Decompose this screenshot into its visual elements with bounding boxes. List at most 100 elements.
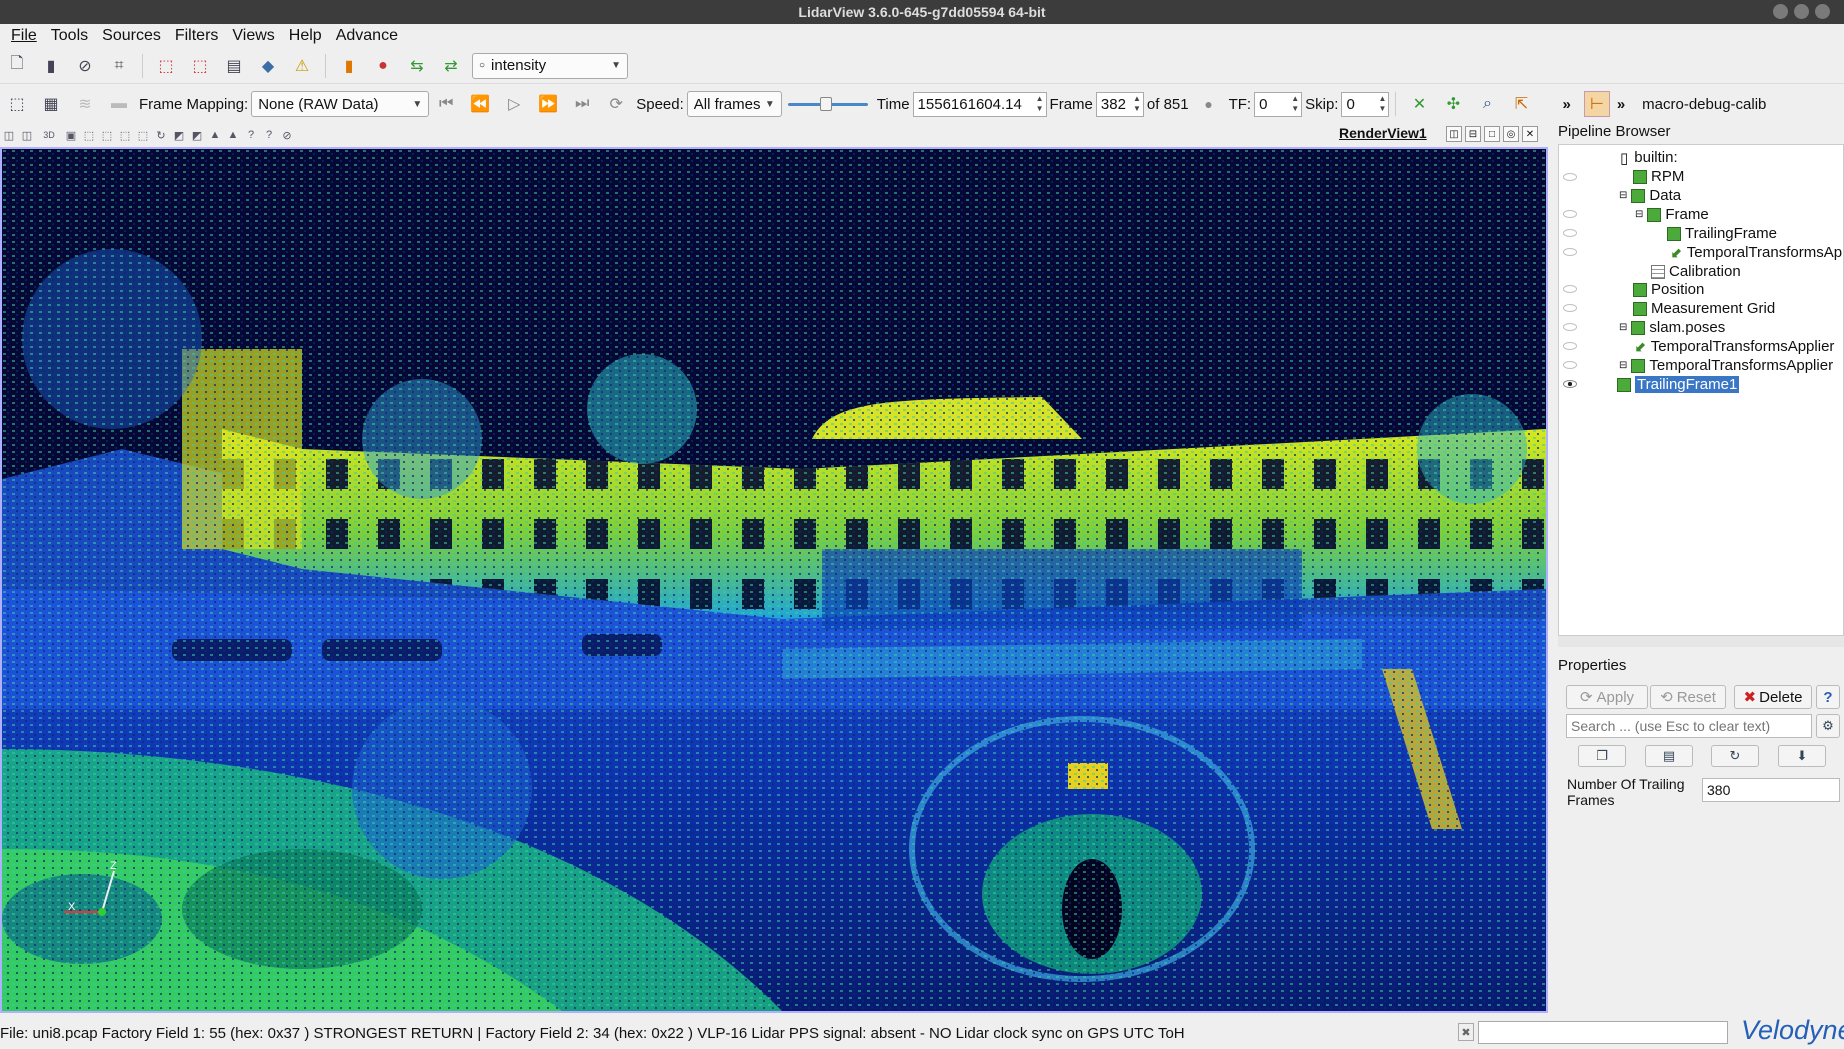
restore-default-icon[interactable]: ↻ bbox=[1711, 745, 1759, 767]
frame-mapping-select[interactable]: None (RAW Data) ▼ bbox=[251, 91, 430, 117]
hover-points-icon[interactable]: ? bbox=[262, 128, 276, 142]
visibility-eye-icon[interactable] bbox=[1563, 210, 1577, 218]
color-by-select[interactable]: ○ intensity ▼ bbox=[472, 52, 628, 79]
copy-icon[interactable]: ❐ bbox=[1578, 745, 1626, 767]
select-cells-icon[interactable]: ◫ bbox=[2, 128, 16, 142]
advanced-settings-gear-icon[interactable]: ⚙ bbox=[1816, 714, 1840, 738]
spin-arrows-icon[interactable]: ▲ ▼ bbox=[1036, 94, 1044, 114]
trailing-frames-input[interactable]: 380 bbox=[1702, 778, 1840, 802]
maximize-view-icon[interactable]: □ bbox=[1484, 126, 1500, 142]
select-frustum-icon[interactable]: ◩ bbox=[190, 128, 204, 142]
close-view-icon[interactable]: ✕ bbox=[1522, 126, 1538, 142]
skip-input[interactable]: 0 ▲ ▼ bbox=[1341, 91, 1390, 117]
tf-input[interactable]: 0 ▲ ▼ bbox=[1254, 91, 1303, 117]
select-blocks-icon[interactable]: ▲ bbox=[226, 128, 240, 142]
render-view-3d[interactable]: Z X bbox=[0, 147, 1548, 1013]
tree-item-measurement-grid[interactable]: Measurement Grid bbox=[1633, 298, 1775, 319]
next-frame-icon[interactable]: ⏩ bbox=[535, 91, 561, 117]
minimize-button[interactable] bbox=[1773, 4, 1788, 19]
spin-arrows-icon[interactable]: ▲ ▼ bbox=[1133, 94, 1141, 114]
transform-tool-icon[interactable]: ⇱ bbox=[1508, 91, 1534, 117]
collapse-icon[interactable]: ⊟ bbox=[1635, 209, 1643, 220]
visibility-eye-icon[interactable] bbox=[1563, 323, 1577, 331]
pipeline-browser-tree[interactable]: ▯ builtin: RPM ⊟ Data ⊟ Frame TrailingFr… bbox=[1558, 144, 1844, 646]
macro-debug-calib-button[interactable]: macro-debug-calib bbox=[1642, 96, 1766, 113]
save-default-icon[interactable]: ⬇ bbox=[1778, 745, 1826, 767]
time-slider[interactable] bbox=[787, 96, 868, 112]
tree-item-temporaltransformsapplier-2[interactable]: ⊟ TemporalTransformsApplier bbox=[1619, 355, 1833, 376]
cluster-tool-icon[interactable]: ✣ bbox=[1440, 91, 1466, 117]
visibility-eye-icon[interactable] bbox=[1563, 380, 1577, 388]
select-frustum-icon[interactable]: ⬚ bbox=[187, 53, 213, 79]
open-file-icon[interactable]: 🗋 bbox=[4, 53, 30, 79]
zoom-tool-icon[interactable]: ⌕ bbox=[1474, 91, 1500, 117]
restore-view-icon[interactable]: ◎ bbox=[1503, 126, 1519, 142]
paste-icon[interactable]: ▤ bbox=[1645, 745, 1693, 767]
color-map-icon[interactable]: ▮ bbox=[336, 53, 362, 79]
toolbar-overflow-button[interactable]: » bbox=[1562, 96, 1570, 113]
tree-item-slam-poses[interactable]: ⊟ slam.poses bbox=[1619, 317, 1725, 338]
slider-handle[interactable] bbox=[819, 97, 832, 111]
tree-item-temporaltransforms[interactable]: ⬋ TemporalTransformsAp bbox=[1671, 242, 1842, 263]
stream-icon[interactable]: ⊘ bbox=[72, 53, 98, 79]
spreadsheet-icon[interactable]: ▤ bbox=[221, 53, 247, 79]
close-icon[interactable]: ✖ bbox=[1458, 1023, 1474, 1041]
menu-advance[interactable]: Advance bbox=[336, 27, 398, 45]
screenshot-icon[interactable]: ▣ bbox=[64, 128, 78, 142]
select-points-icon[interactable]: ◫ bbox=[20, 128, 34, 142]
visibility-eye-icon[interactable] bbox=[1563, 361, 1577, 369]
close-button[interactable] bbox=[1815, 4, 1830, 19]
spin-arrows-icon[interactable]: ▲ ▼ bbox=[1379, 94, 1387, 114]
reset-camera-icon[interactable]: ⬚ bbox=[4, 91, 30, 117]
rescale-custom-icon[interactable]: ⇄ bbox=[438, 53, 464, 79]
loop-icon[interactable]: ⟳ bbox=[603, 91, 629, 117]
measure-tool-icon[interactable]: ✕ bbox=[1406, 91, 1432, 117]
pipeline-horizontal-scrollbar[interactable] bbox=[1558, 635, 1844, 647]
menu-sources[interactable]: Sources bbox=[102, 27, 161, 45]
rescale-icon[interactable]: ⇆ bbox=[404, 53, 430, 79]
collapse-icon[interactable]: ⊟ bbox=[1619, 322, 1627, 333]
record-icon[interactable]: ● bbox=[1196, 91, 1222, 117]
visibility-eye-icon[interactable] bbox=[1563, 304, 1577, 312]
color-legend-icon[interactable]: ● bbox=[370, 53, 396, 79]
visibility-eye-icon[interactable] bbox=[1563, 173, 1577, 181]
first-frame-icon[interactable]: ⏮ bbox=[433, 91, 459, 117]
properties-search-input[interactable] bbox=[1566, 714, 1812, 738]
select-polygon-icon[interactable]: ▲ bbox=[208, 128, 222, 142]
select-points-icon[interactable]: ⬚ bbox=[153, 53, 179, 79]
reset-camera-icon[interactable]: ⬚ bbox=[82, 128, 96, 142]
interactive-select-icon[interactable]: ? bbox=[244, 128, 258, 142]
crop-icon[interactable]: ⌗ bbox=[106, 53, 132, 79]
reset-button[interactable]: ⟲ Reset bbox=[1650, 685, 1726, 709]
select-surface-icon[interactable]: ◩ bbox=[172, 128, 186, 142]
menu-file[interactable]: File bbox=[11, 27, 37, 45]
delete-button[interactable]: ✖ Delete bbox=[1734, 685, 1812, 709]
menu-help[interactable]: Help bbox=[289, 27, 322, 45]
help-button[interactable]: ? bbox=[1816, 685, 1840, 709]
last-frame-icon[interactable]: ⏭ bbox=[569, 91, 595, 117]
visibility-eye-icon[interactable] bbox=[1563, 229, 1577, 237]
warning-icon[interactable]: ⚠ bbox=[289, 53, 315, 79]
previous-frame-icon[interactable]: ⏪ bbox=[467, 91, 493, 117]
tree-item-temporaltransformsapplier[interactable]: ⬋ TemporalTransformsApplier bbox=[1635, 336, 1834, 357]
tree-item-builtin[interactable]: ▯ builtin: bbox=[1620, 147, 1678, 168]
spin-arrows-icon[interactable]: ▲ ▼ bbox=[1291, 94, 1299, 114]
python-icon[interactable]: ◆ bbox=[255, 53, 281, 79]
clear-selection-icon[interactable]: ⊘ bbox=[280, 128, 294, 142]
tree-item-position[interactable]: Position bbox=[1633, 279, 1704, 300]
play-icon[interactable]: ▷ bbox=[501, 91, 527, 117]
layers-icon[interactable]: ≋ bbox=[72, 91, 98, 117]
visibility-eye-icon[interactable] bbox=[1563, 285, 1577, 293]
collapse-icon[interactable]: ⊟ bbox=[1619, 360, 1627, 371]
visibility-eye-icon[interactable] bbox=[1563, 248, 1577, 256]
frame-input[interactable]: 382 ▲ ▼ bbox=[1095, 91, 1144, 117]
time-input[interactable]: 1556161604.14 ▲ ▼ bbox=[912, 91, 1047, 117]
apply-button[interactable]: ⟳ Apply bbox=[1566, 685, 1648, 709]
split-vertical-icon[interactable]: ⊟ bbox=[1465, 126, 1481, 142]
menu-filters[interactable]: Filters bbox=[175, 27, 219, 45]
view-x-icon[interactable]: ⬚ bbox=[100, 128, 114, 142]
tree-item-rpm[interactable]: RPM bbox=[1633, 166, 1684, 187]
rotate-90-icon[interactable]: ↻ bbox=[154, 128, 168, 142]
sensor-icon[interactable]: ▮ bbox=[38, 53, 64, 79]
grid-icon[interactable]: ▦ bbox=[38, 91, 64, 117]
